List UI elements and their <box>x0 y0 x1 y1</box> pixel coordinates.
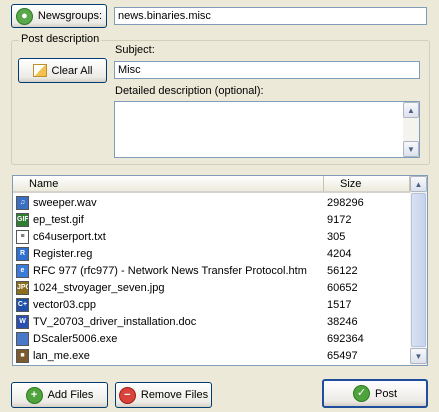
file-name: vector03.cpp <box>33 299 96 311</box>
file-row[interactable]: ≡ c64userport.txt 305 <box>13 229 407 246</box>
file-row[interactable]: GIF ep_test.gif 9172 <box>13 212 407 229</box>
subject-input[interactable]: Misc <box>114 61 420 79</box>
file-list-scroll-down[interactable]: ▼ <box>410 348 427 364</box>
file-row[interactable]: W TV_20703_driver_installation.doc 38246 <box>13 314 407 331</box>
file-list-scroll-thumb[interactable] <box>411 193 426 347</box>
clear-all-button[interactable]: Clear All <box>18 58 107 83</box>
gif-image-icon: GIF <box>16 213 29 227</box>
file-name: sweeper.wav <box>33 197 97 209</box>
column-header-name[interactable]: Name <box>13 176 324 193</box>
newsgroups-input[interactable]: news.binaries.misc <box>114 7 427 25</box>
cpp-file-icon: C+ <box>16 298 29 312</box>
file-list-scrollbar[interactable]: ▲ ▼ <box>410 176 427 365</box>
description-scroll-down[interactable]: ▼ <box>403 141 419 157</box>
file-size: 9172 <box>327 214 352 226</box>
registry-file-icon: R <box>16 247 29 261</box>
add-files-button[interactable]: + Add Files <box>11 382 108 408</box>
file-size: 305 <box>327 231 346 243</box>
remove-files-label: Remove Files <box>140 389 209 401</box>
html-file-icon: e <box>16 264 29 278</box>
file-row[interactable]: C+ vector03.cpp 1517 <box>13 297 407 314</box>
clear-icon <box>32 64 47 77</box>
file-name: DScaler5006.exe <box>33 333 118 345</box>
file-name: Register.reg <box>33 248 93 260</box>
file-size: 38246 <box>327 316 358 328</box>
file-size: 65497 <box>327 350 358 362</box>
post-description-legend: Post description <box>19 33 102 45</box>
clear-all-label: Clear All <box>51 64 93 77</box>
file-size: 298296 <box>327 197 364 209</box>
description-textarea[interactable] <box>114 101 420 158</box>
subject-label: Subject: <box>115 44 155 56</box>
add-icon: + <box>25 386 43 404</box>
file-size: 60652 <box>327 282 358 294</box>
post-button[interactable]: ✓ Post <box>322 379 428 408</box>
file-size: 4204 <box>327 248 352 260</box>
newsgroups-icon: ● <box>15 7 33 25</box>
newsgroups-button-label: Newsgroups: <box>37 10 103 22</box>
remove-files-button[interactable]: − Remove Files <box>115 382 212 408</box>
column-header-size[interactable]: Size <box>324 176 410 193</box>
file-row[interactable]: JPG 1024_stvoyager_seven.jpg 60652 <box>13 280 407 297</box>
file-row[interactable]: ♫ sweeper.wav 298296 <box>13 195 407 212</box>
post-check-icon: ✓ <box>352 385 370 402</box>
text-file-icon: ≡ <box>16 230 29 244</box>
file-name: lan_me.exe <box>33 350 90 362</box>
file-size: 1517 <box>327 299 352 311</box>
file-name: c64userport.txt <box>33 231 106 243</box>
file-name: RFC 977 (rfc977) - Network News Transfer… <box>33 265 307 277</box>
description-scrollbar[interactable]: ▲ ▼ <box>403 102 419 157</box>
audio-file-icon: ♫ <box>16 196 29 210</box>
file-name: 1024_stvoyager_seven.jpg <box>33 282 165 294</box>
remove-icon: − <box>118 386 136 404</box>
file-name: ep_test.gif <box>33 214 84 226</box>
exe-file-icon <box>16 332 29 346</box>
file-row[interactable]: DScaler5006.exe 692364 <box>13 331 407 348</box>
file-name: TV_20703_driver_installation.doc <box>33 316 197 328</box>
exe-app-icon: ■ <box>16 349 29 363</box>
file-row[interactable]: e RFC 977 (rfc977) - Network News Transfe… <box>13 263 407 280</box>
file-list[interactable]: Name Size ♫ sweeper.wav 298296 GIF ep_test.g… <box>12 175 428 366</box>
file-list-scroll-up[interactable]: ▲ <box>410 176 427 192</box>
description-scroll-up[interactable]: ▲ <box>403 102 419 118</box>
file-row[interactable]: R Register.reg 4204 <box>13 246 407 263</box>
post-label: Post <box>374 387 397 400</box>
add-files-label: Add Files <box>47 389 94 401</box>
jpeg-image-icon: JPG <box>16 281 29 295</box>
description-label: Detailed description (optional): <box>115 85 264 97</box>
file-row[interactable]: ■ lan_me.exe 65497 <box>13 348 407 365</box>
newsgroups-button[interactable]: ● Newsgroups: <box>11 4 107 28</box>
file-size: 692364 <box>327 333 364 345</box>
file-size: 56122 <box>327 265 358 277</box>
word-document-icon: W <box>16 315 29 329</box>
